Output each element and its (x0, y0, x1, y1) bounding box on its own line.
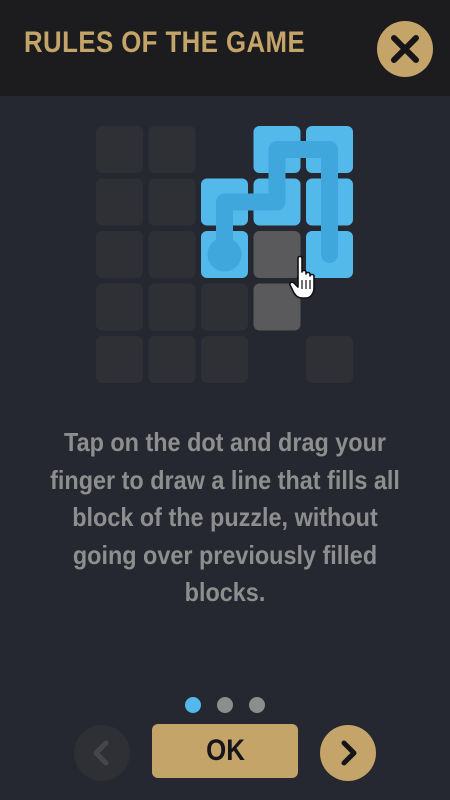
puzzle-cell-empty (306, 336, 353, 383)
puzzle-cell-empty (148, 126, 196, 173)
puzzle-illustration (96, 126, 353, 383)
chevron-left-icon (93, 740, 109, 766)
puzzle-cell-empty (96, 178, 143, 226)
page-dot-3[interactable] (249, 697, 265, 713)
tutorial-text-content: Tap on the dot and drag your finger to d… (50, 427, 400, 607)
page-dot-2[interactable] (217, 697, 233, 713)
puzzle-cell-empty (148, 178, 196, 226)
puzzle-cell-empty (148, 336, 196, 383)
puzzle-cell-empty (148, 283, 196, 331)
puzzle-cell-empty (201, 283, 248, 331)
puzzle-cell-empty (201, 336, 248, 383)
start-dot (207, 237, 242, 272)
page-dot-1[interactable] (185, 697, 201, 713)
puzzle-cell-empty (96, 231, 143, 278)
puzzle-cell-empty (96, 336, 143, 383)
puzzle-cell-empty (96, 283, 143, 331)
next-button[interactable] (320, 725, 376, 781)
tutorial-text: Tap on the dot and drag your finger to d… (20, 424, 430, 612)
previous-button[interactable] (74, 725, 130, 781)
puzzle-cell-empty (148, 231, 196, 278)
chevron-right-icon (341, 740, 357, 766)
puzzle-cell-empty (96, 126, 143, 173)
puzzle-cell-highlighted (253, 231, 301, 278)
ok-button-label: OK (205, 734, 245, 767)
ok-button[interactable]: OK (152, 724, 298, 778)
